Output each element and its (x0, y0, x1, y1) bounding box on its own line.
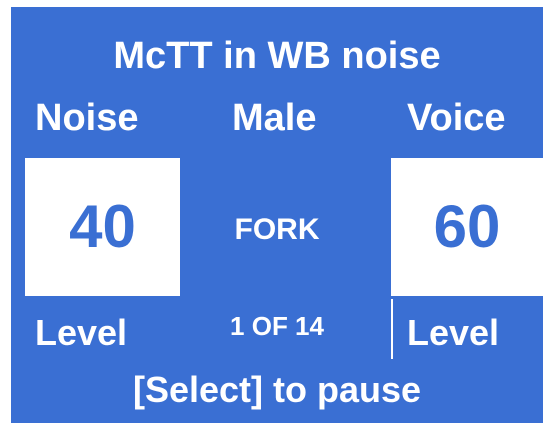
noise-header: Noise (35, 97, 139, 139)
pause-instruction: [Select] to pause (132, 369, 422, 410)
voice-header: Voice (407, 97, 506, 139)
device-screen: McTT in WB noise Noise Male Voice 40 FOR… (11, 7, 543, 423)
voice-level-box: 60 (391, 158, 543, 296)
screen-title: McTT in WB noise (113, 35, 441, 77)
voice-level-value: 60 (433, 193, 501, 260)
male-header: Male (232, 97, 317, 139)
voice-level-label: Level (407, 312, 500, 353)
divider-line (391, 299, 393, 359)
